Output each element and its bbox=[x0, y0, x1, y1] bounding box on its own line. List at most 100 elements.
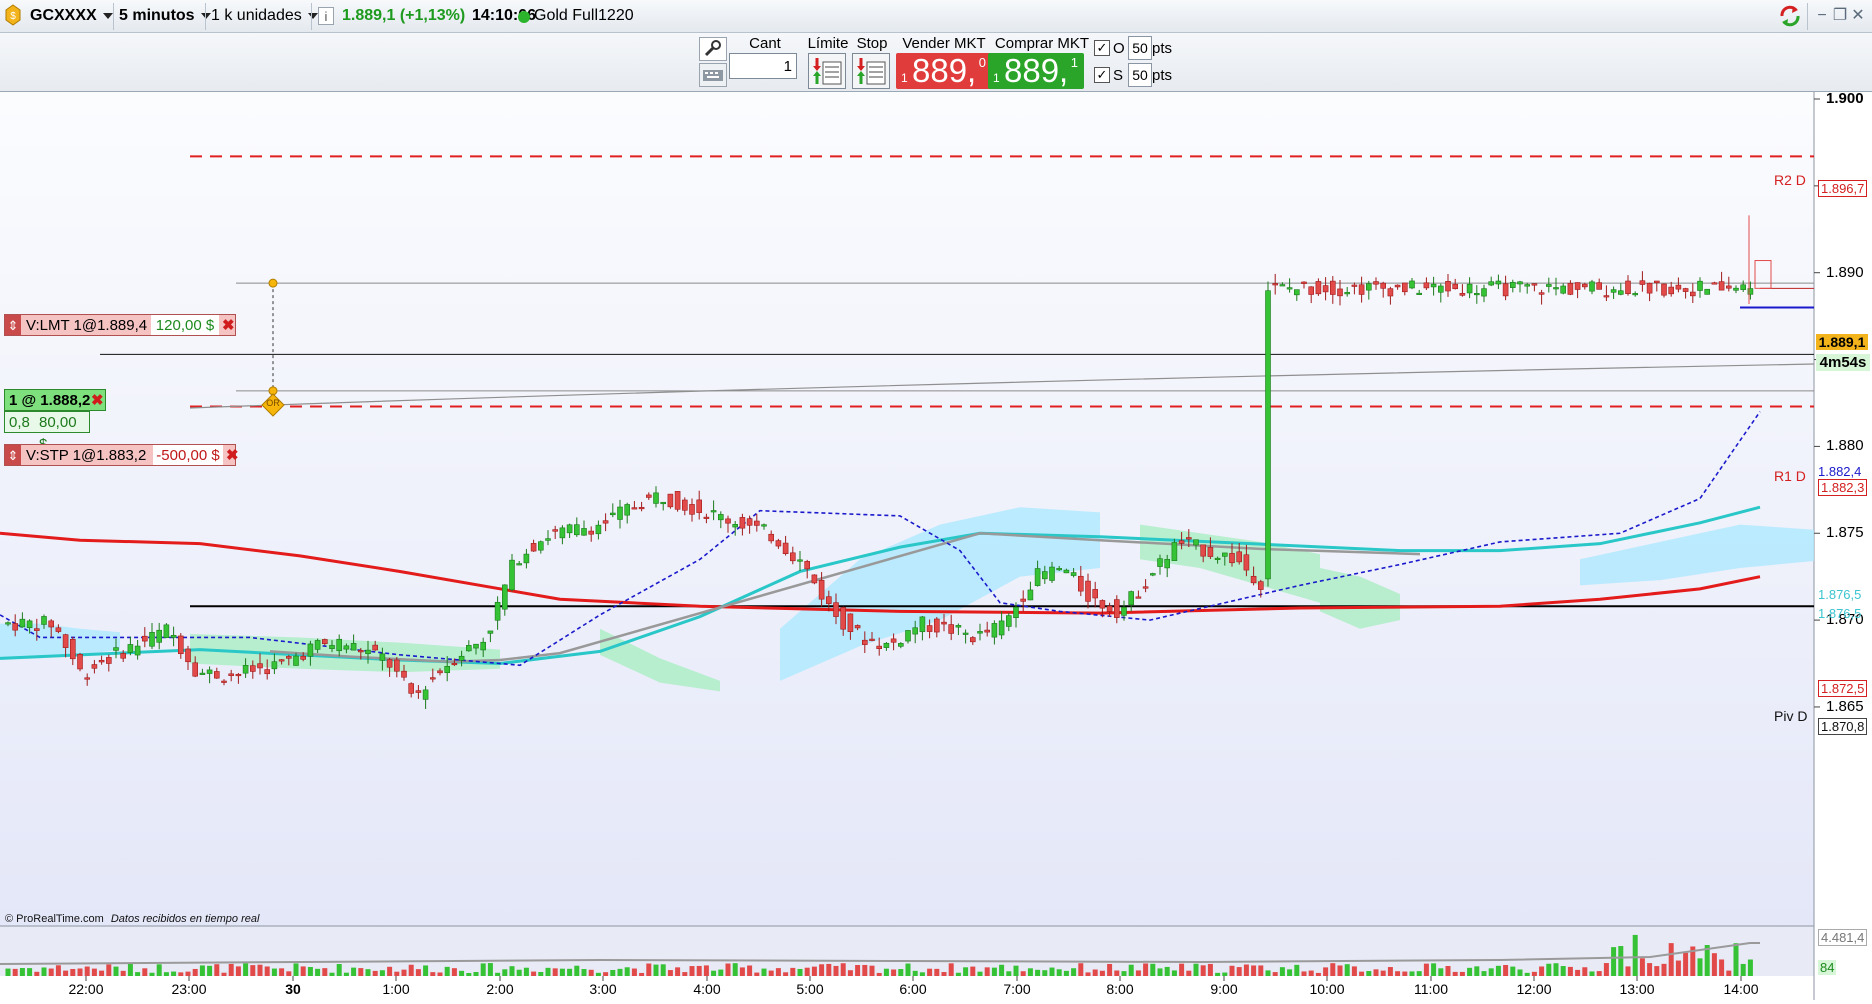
stop-order-button[interactable] bbox=[852, 53, 890, 89]
candle-body bbox=[1502, 283, 1509, 297]
candle-body bbox=[357, 650, 364, 653]
candle-body bbox=[1373, 281, 1379, 285]
volume-bar bbox=[1344, 964, 1350, 976]
candle-body bbox=[393, 659, 400, 672]
volume-bar bbox=[1387, 967, 1393, 976]
settings-wrench-icon[interactable] bbox=[699, 37, 727, 61]
volume-bar bbox=[264, 966, 270, 976]
volume-bar bbox=[1416, 971, 1422, 976]
volume-bar bbox=[768, 970, 774, 976]
candle-body bbox=[465, 645, 472, 652]
volume-bar bbox=[1265, 970, 1271, 976]
volume-bar bbox=[1589, 971, 1595, 976]
volume-bar bbox=[545, 967, 551, 976]
volume-bar bbox=[905, 963, 911, 976]
chart-canvas[interactable] bbox=[0, 92, 1872, 1000]
candle-body bbox=[314, 640, 321, 650]
last-price-badge: 1.889,1 bbox=[1816, 334, 1868, 350]
realtime-text: Datos recibidos en tiempo real bbox=[110, 913, 260, 925]
candle-body bbox=[271, 661, 278, 670]
volume-bar bbox=[127, 963, 133, 976]
x-axis-tick-label: 3:00 bbox=[589, 981, 617, 997]
candle-body bbox=[1481, 288, 1487, 297]
x-axis-tick-label: 8:00 bbox=[1106, 981, 1134, 997]
volume-bar bbox=[1618, 946, 1624, 976]
drag-handle-icon[interactable]: ⇕ bbox=[5, 445, 21, 465]
candle-body bbox=[235, 673, 242, 677]
candle-body bbox=[1164, 559, 1170, 569]
candle-body bbox=[775, 540, 782, 547]
volume-bar bbox=[286, 971, 292, 976]
volume-bar bbox=[185, 971, 191, 976]
candle-body bbox=[134, 645, 141, 656]
volume-bar bbox=[1157, 968, 1163, 976]
candle-body bbox=[1099, 600, 1106, 609]
volume-bar bbox=[761, 968, 767, 976]
candle-body bbox=[1272, 283, 1278, 286]
volume-bar bbox=[1668, 943, 1674, 976]
objective-pts-label: pts bbox=[1152, 40, 1173, 57]
candle-body bbox=[573, 524, 580, 536]
buy-market-button[interactable]: 1 889, 1 bbox=[988, 53, 1084, 89]
sell-market-button[interactable]: 1 889, 0 bbox=[896, 53, 992, 89]
candle-body bbox=[1632, 293, 1638, 296]
cancel-order-icon[interactable]: ✖ bbox=[226, 445, 239, 467]
interval-selector[interactable]: 5 minutos bbox=[119, 4, 211, 28]
volume-bar bbox=[1632, 934, 1638, 976]
oco-link-badge[interactable]: OR bbox=[261, 393, 285, 417]
stop-checkbox[interactable]: ✓ bbox=[1094, 67, 1110, 83]
stop-points-input[interactable]: 50 bbox=[1128, 63, 1152, 87]
candle-body bbox=[494, 601, 501, 621]
candle-body bbox=[429, 677, 436, 680]
restore-icon[interactable]: ❐ bbox=[1832, 4, 1848, 28]
candle-body bbox=[1423, 282, 1430, 289]
cancel-order-icon[interactable]: ✖ bbox=[222, 315, 235, 337]
volume-bar bbox=[991, 967, 997, 976]
limit-order-tag[interactable]: ⇕ V:LMT 1@1.889,4 120,00 $ ✖ bbox=[4, 314, 236, 336]
candle-body bbox=[170, 634, 177, 638]
volume-bar bbox=[5, 968, 11, 976]
volume-bar bbox=[912, 970, 918, 976]
volume-bar bbox=[279, 968, 285, 976]
units-selector[interactable]: 1 k unidades bbox=[211, 4, 318, 28]
volume-bar bbox=[1042, 970, 1048, 976]
candle-body bbox=[12, 623, 18, 631]
objective-checkbox[interactable]: ✓ bbox=[1094, 40, 1110, 56]
buy-quantity: 1 bbox=[993, 71, 1000, 85]
price-chart[interactable]: ⇕ V:LMT 1@1.889,4 120,00 $ ✖ 1 @ 1.888,2… bbox=[0, 90, 1872, 1000]
instrument-selector[interactable]: GCXXXX bbox=[30, 4, 113, 28]
keyboard-icon[interactable] bbox=[699, 63, 727, 87]
y-axis-tick-label: 1.900 bbox=[1826, 90, 1864, 107]
quantity-label: Cant bbox=[749, 35, 781, 52]
volume-bar bbox=[631, 968, 637, 976]
limit-order-button[interactable] bbox=[808, 53, 846, 89]
candle-body bbox=[1531, 283, 1538, 286]
candle-body bbox=[746, 518, 753, 526]
close-icon[interactable]: ✕ bbox=[1850, 4, 1866, 28]
minimize-icon[interactable]: − bbox=[1814, 4, 1830, 28]
stop-order-tag[interactable]: ⇕ V:STP 1@1.883,2 -500,00 $ ✖ bbox=[4, 444, 239, 467]
candle-body bbox=[1114, 599, 1120, 618]
objective-points-input[interactable]: 50 bbox=[1128, 36, 1152, 60]
candle-body bbox=[926, 625, 933, 632]
stop-label-s: S bbox=[1113, 67, 1124, 84]
info-icon[interactable]: i bbox=[318, 7, 334, 25]
volume-bar bbox=[1747, 959, 1753, 976]
candle-body bbox=[379, 653, 386, 661]
candle-body bbox=[19, 618, 26, 628]
candle-body bbox=[113, 647, 119, 651]
position-tag[interactable]: 1 @ 1.888,2 ✖ bbox=[4, 389, 106, 411]
volume-bar bbox=[1539, 966, 1545, 976]
volume-bar bbox=[1279, 967, 1285, 976]
quantity-input[interactable]: 1 bbox=[729, 53, 797, 79]
close-position-icon[interactable]: ✖ bbox=[91, 390, 104, 412]
candle-body bbox=[1474, 293, 1480, 296]
volume-bar bbox=[178, 972, 184, 976]
candle-body bbox=[451, 662, 458, 666]
volume-bar bbox=[689, 966, 695, 976]
drag-handle-icon[interactable]: ⇕ bbox=[5, 315, 21, 335]
candle-body bbox=[1171, 542, 1178, 561]
candle-body bbox=[501, 584, 508, 610]
refresh-icon[interactable] bbox=[1776, 2, 1804, 30]
volume-bar bbox=[1186, 970, 1192, 976]
